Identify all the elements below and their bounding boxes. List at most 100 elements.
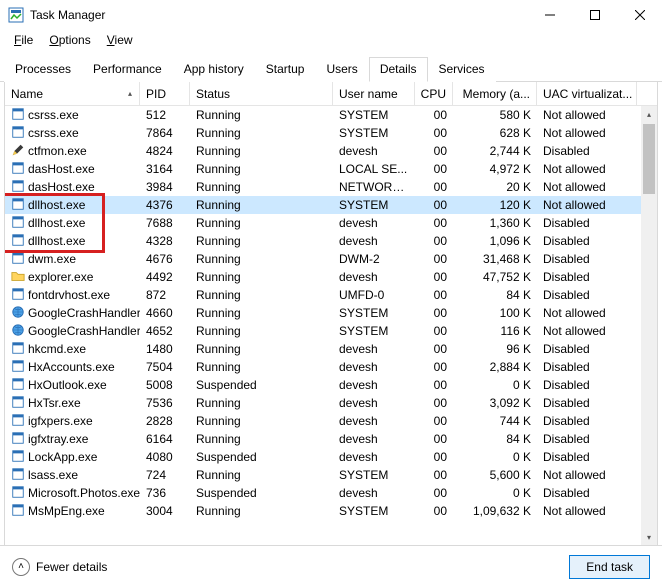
process-status: Running xyxy=(190,288,333,302)
table-row[interactable]: MsMpEng.exe3004RunningSYSTEM001,09,632 K… xyxy=(5,502,657,520)
table-row[interactable]: HxAccounts.exe7504Runningdevesh002,884 K… xyxy=(5,358,657,376)
process-icon xyxy=(11,413,25,430)
process-pid: 5008 xyxy=(140,378,190,392)
process-cpu: 00 xyxy=(415,504,453,518)
table-row[interactable]: hkcmd.exe1480Runningdevesh0096 KDisabled xyxy=(5,340,657,358)
process-uac: Disabled xyxy=(537,450,637,464)
table-row[interactable]: ctfmon.exe4824Runningdevesh002,744 KDisa… xyxy=(5,142,657,160)
process-pid: 872 xyxy=(140,288,190,302)
end-task-button[interactable]: End task xyxy=(569,555,650,579)
table-row[interactable]: lsass.exe724RunningSYSTEM005,600 KNot al… xyxy=(5,466,657,484)
process-status: Running xyxy=(190,252,333,266)
tab-strip: ProcessesPerformanceApp historyStartupUs… xyxy=(0,56,662,82)
process-user: LOCAL SE... xyxy=(333,162,415,176)
col-status-header[interactable]: Status xyxy=(190,82,333,105)
table-row[interactable]: igfxtray.exe6164Runningdevesh0084 KDisab… xyxy=(5,430,657,448)
process-name: ctfmon.exe xyxy=(28,144,87,158)
process-uac: Disabled xyxy=(537,414,637,428)
table-row[interactable]: dasHost.exe3164RunningLOCAL SE...004,972… xyxy=(5,160,657,178)
menu-view[interactable]: View xyxy=(99,31,141,49)
process-mem: 4,972 K xyxy=(453,162,537,176)
tab-startup[interactable]: Startup xyxy=(255,57,316,82)
col-pid-header[interactable]: PID xyxy=(140,82,190,105)
process-pid: 3984 xyxy=(140,180,190,194)
table-row[interactable]: dllhost.exe7688Runningdevesh001,360 KDis… xyxy=(5,214,657,232)
process-uac: Disabled xyxy=(537,270,637,284)
fewer-details-button[interactable]: ˄ Fewer details xyxy=(12,558,107,576)
table-row[interactable]: explorer.exe4492Runningdevesh0047,752 KD… xyxy=(5,268,657,286)
table-row[interactable]: LockApp.exe4080Suspendeddevesh000 KDisab… xyxy=(5,448,657,466)
table-row[interactable]: dllhost.exe4328Runningdevesh001,096 KDis… xyxy=(5,232,657,250)
process-status: Running xyxy=(190,144,333,158)
process-cpu: 00 xyxy=(415,126,453,140)
table-row[interactable]: csrss.exe512RunningSYSTEM00580 KNot allo… xyxy=(5,106,657,124)
process-icon xyxy=(11,125,25,142)
process-uac: Disabled xyxy=(537,144,637,158)
tab-performance[interactable]: Performance xyxy=(82,57,173,82)
process-icon xyxy=(11,179,25,196)
tab-app-history[interactable]: App history xyxy=(173,57,255,82)
process-user: SYSTEM xyxy=(333,306,415,320)
col-name-header[interactable]: Name▴ xyxy=(5,82,140,105)
process-name: fontdrvhost.exe xyxy=(28,288,110,302)
process-list[interactable]: ▴ ▾ csrss.exe512RunningSYSTEM00580 KNot … xyxy=(5,106,657,545)
scroll-up-icon[interactable]: ▴ xyxy=(641,106,657,122)
sort-caret-icon: ▴ xyxy=(128,89,132,98)
process-pid: 7864 xyxy=(140,126,190,140)
process-icon xyxy=(11,161,25,178)
table-row[interactable]: HxOutlook.exe5008Suspendeddevesh000 KDis… xyxy=(5,376,657,394)
process-uac: Not allowed xyxy=(537,504,637,518)
process-mem: 116 K xyxy=(453,324,537,338)
process-cpu: 00 xyxy=(415,288,453,302)
process-name: GoogleCrashHandler... xyxy=(28,306,140,320)
menu-options[interactable]: Options xyxy=(41,31,98,49)
process-uac: Disabled xyxy=(537,234,637,248)
col-uac-header[interactable]: UAC virtualizat... xyxy=(537,82,637,105)
scroll-down-icon[interactable]: ▾ xyxy=(641,529,657,545)
close-button[interactable] xyxy=(617,0,662,29)
tab-services[interactable]: Services xyxy=(428,57,496,82)
table-row[interactable]: fontdrvhost.exe872RunningUMFD-00084 KDis… xyxy=(5,286,657,304)
column-headers: Name▴ PID Status User name CPU Memory (a… xyxy=(5,82,657,106)
maximize-button[interactable] xyxy=(572,0,617,29)
table-row[interactable]: csrss.exe7864RunningSYSTEM00628 KNot all… xyxy=(5,124,657,142)
process-mem: 744 K xyxy=(453,414,537,428)
table-row[interactable]: igfxpers.exe2828Runningdevesh00744 KDisa… xyxy=(5,412,657,430)
process-icon xyxy=(11,269,25,286)
scroll-thumb[interactable] xyxy=(643,124,655,194)
table-row[interactable]: dasHost.exe3984RunningNETWORK...0020 KNo… xyxy=(5,178,657,196)
process-pid: 724 xyxy=(140,468,190,482)
process-status: Running xyxy=(190,234,333,248)
process-cpu: 00 xyxy=(415,432,453,446)
col-cpu-header[interactable]: CPU xyxy=(415,82,453,105)
process-name: HxTsr.exe xyxy=(28,396,81,410)
vertical-scrollbar[interactable]: ▴ ▾ xyxy=(641,106,657,545)
table-row[interactable]: dllhost.exe4376RunningSYSTEM00120 KNot a… xyxy=(5,196,657,214)
process-pid: 4492 xyxy=(140,270,190,284)
table-row[interactable]: Microsoft.Photos.exe736Suspendeddevesh00… xyxy=(5,484,657,502)
tab-processes[interactable]: Processes xyxy=(4,57,82,82)
menu-file[interactable]: File xyxy=(6,31,41,49)
process-user: devesh xyxy=(333,414,415,428)
process-status: Running xyxy=(190,324,333,338)
process-uac: Not allowed xyxy=(537,468,637,482)
tab-details[interactable]: Details xyxy=(369,57,428,82)
process-user: devesh xyxy=(333,342,415,356)
process-pid: 7536 xyxy=(140,396,190,410)
process-status: Running xyxy=(190,126,333,140)
title-bar: Task Manager xyxy=(0,0,662,30)
process-user: SYSTEM xyxy=(333,324,415,338)
tab-users[interactable]: Users xyxy=(315,57,368,82)
table-row[interactable]: HxTsr.exe7536Runningdevesh003,092 KDisab… xyxy=(5,394,657,412)
col-mem-header[interactable]: Memory (a... xyxy=(453,82,537,105)
table-row[interactable]: dwm.exe4676RunningDWM-20031,468 KDisable… xyxy=(5,250,657,268)
minimize-button[interactable] xyxy=(527,0,572,29)
col-user-header[interactable]: User name xyxy=(333,82,415,105)
process-uac: Not allowed xyxy=(537,108,637,122)
table-row[interactable]: GoogleCrashHandler...4660RunningSYSTEM00… xyxy=(5,304,657,322)
process-name: igfxpers.exe xyxy=(28,414,93,428)
table-row[interactable]: GoogleCrashHandler...4652RunningSYSTEM00… xyxy=(5,322,657,340)
process-pid: 2828 xyxy=(140,414,190,428)
process-mem: 580 K xyxy=(453,108,537,122)
process-status: Running xyxy=(190,306,333,320)
